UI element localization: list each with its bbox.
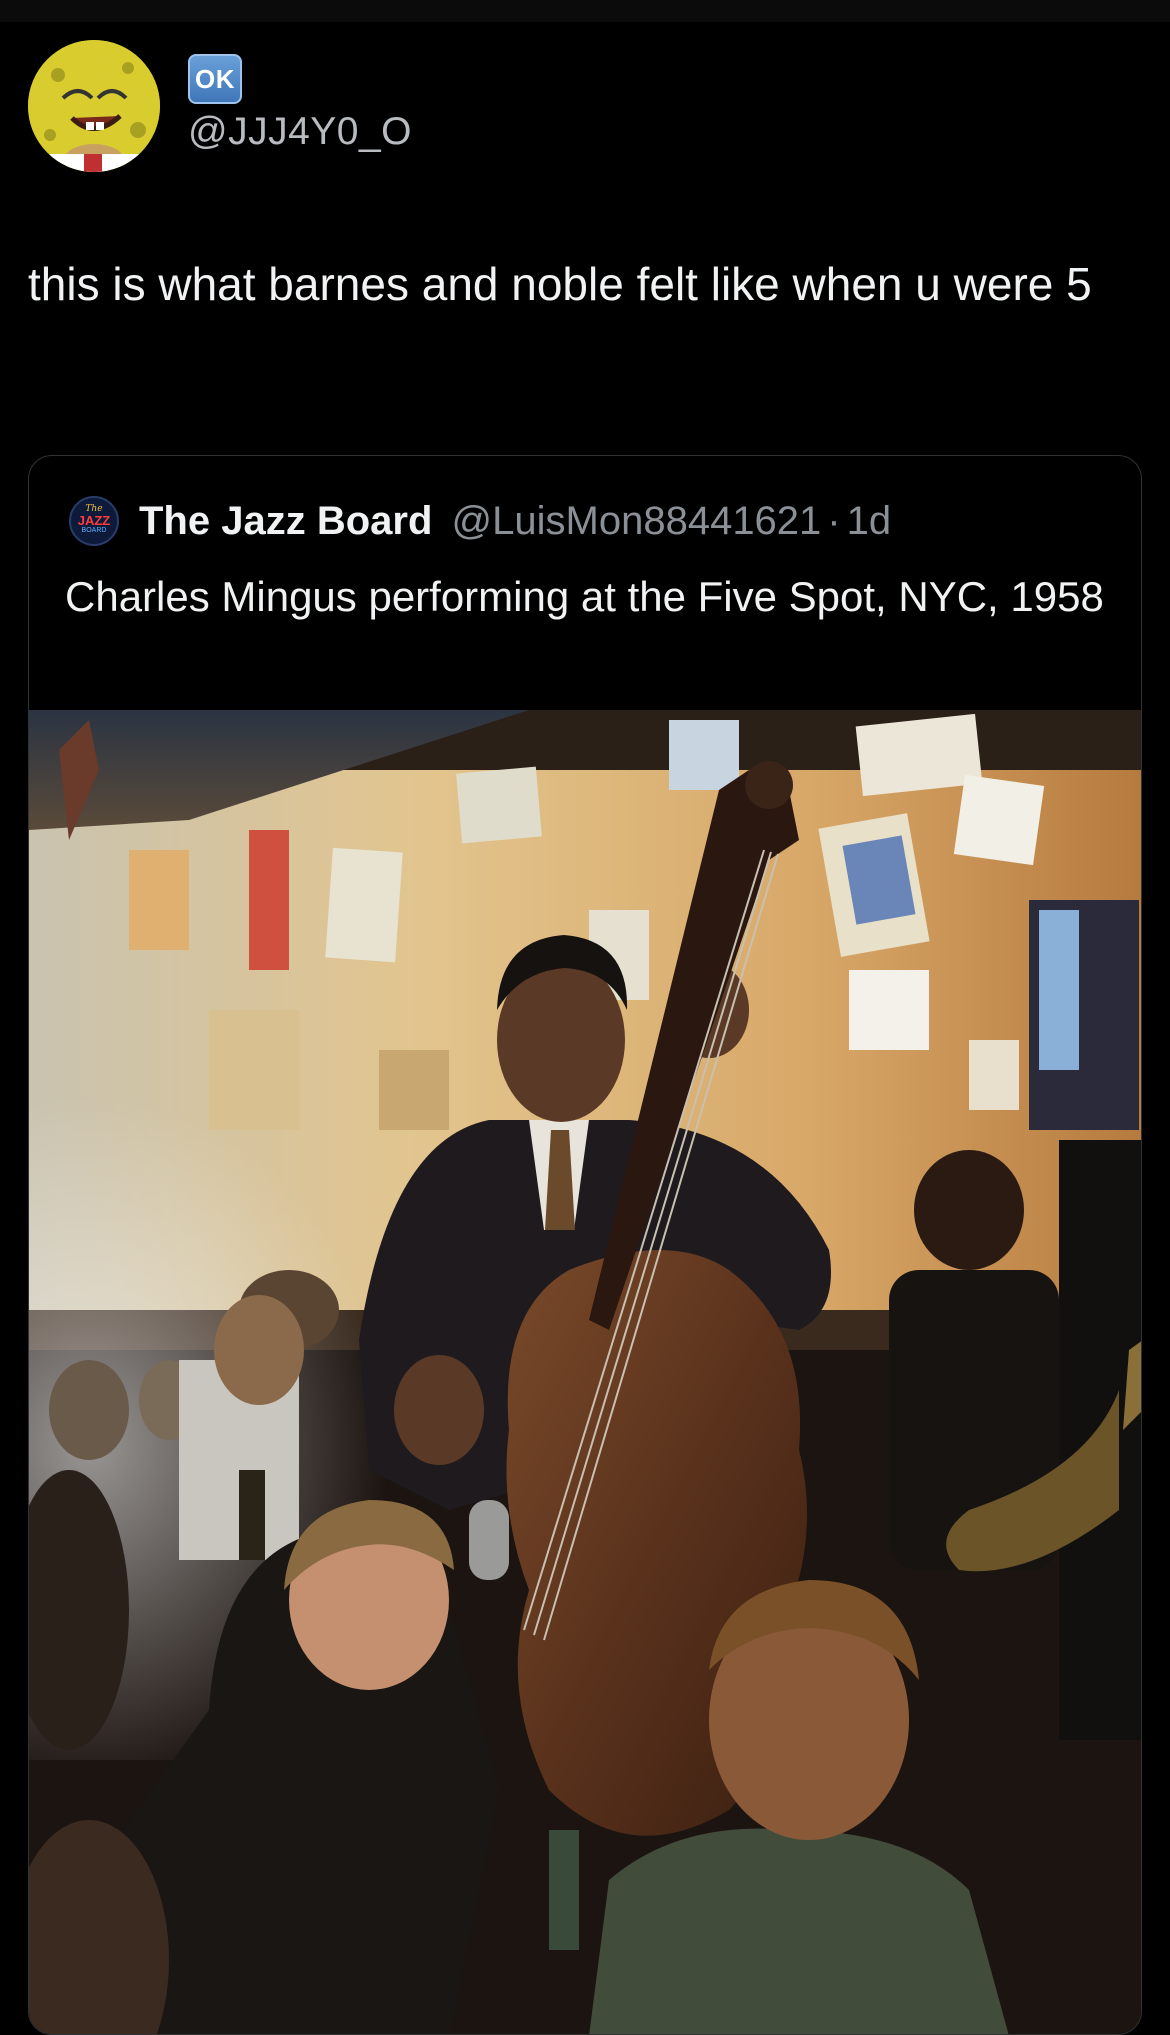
- logo-jazz-text: JAZZ: [77, 513, 111, 528]
- quoted-post-header: The Jazz Board @LuisMon88441621 · 1d: [139, 498, 891, 544]
- user-avatar[interactable]: [28, 40, 160, 172]
- quoted-post-card[interactable]: The JAZZ BOARD The Jazz Board @LuisMon88…: [28, 455, 1142, 2035]
- quoted-author-name[interactable]: The Jazz Board: [139, 499, 432, 543]
- post-text: this is what barnes and noble felt like …: [28, 258, 1092, 310]
- ok-badge: OK: [188, 54, 242, 104]
- spongebob-avatar-icon: [28, 40, 160, 172]
- jazz-board-logo-icon[interactable]: The JAZZ BOARD: [69, 496, 119, 546]
- status-strip: [0, 0, 1170, 22]
- quoted-post-text: Charles Mingus performing at the Five Sp…: [65, 573, 1104, 620]
- logo-board-text: BOARD: [81, 527, 107, 534]
- photo-illustration: [29, 710, 1141, 2034]
- quoted-author-handle[interactable]: @LuisMon88441621: [452, 499, 822, 543]
- user-handle[interactable]: @JJJ4Y0_O: [188, 110, 412, 154]
- jazz-club-photo[interactable]: [29, 710, 1141, 2034]
- quoted-post-time[interactable]: 1d: [847, 499, 892, 543]
- meta-separator: ·: [827, 499, 841, 543]
